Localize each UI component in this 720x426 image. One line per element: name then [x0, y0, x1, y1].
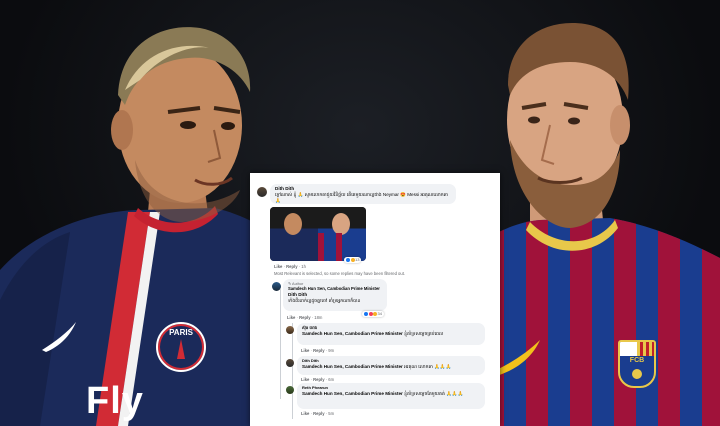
- filter-notice: Most Relevant is selected, so some repli…: [274, 271, 406, 276]
- reply-link[interactable]: Reply: [313, 377, 324, 382]
- reply-time: 6m: [328, 377, 335, 382]
- love-reaction-icon: [368, 311, 373, 316]
- post-time: 1h: [301, 264, 306, 269]
- thread-line: [292, 323, 293, 419]
- psg-crest-text: PARIS: [169, 328, 193, 337]
- reply-text: ខ្ញុំគាំទ្រសម្ដេចតែមួយគត់ 🙏🙏🙏: [404, 391, 464, 396]
- photo-collage: PARIS Fly FCB Dith Dith ក្ដៅណាស់ ខ្ញុំ 🙏…: [0, 0, 720, 426]
- reply-actions: Like · Reply · 5m: [301, 411, 335, 416]
- post-text: ក្ដៅណាស់ ខ្ញុំ 🙏 សូមលោកតាជួយវិនិច្ឆ័យ តើ…: [275, 192, 448, 203]
- reply-actions: Like · Reply · 18m: [287, 315, 323, 320]
- reply-text: អរគុណ លោកតា 🙏🙏🙏: [404, 364, 452, 369]
- football-icon: [632, 369, 642, 379]
- reply-link[interactable]: Reply: [299, 315, 310, 320]
- facebook-comments-screenshot: Dith Dith ក្ដៅណាស់ ខ្ញុំ 🙏 សូមលោកតាជួយវិ…: [250, 173, 500, 426]
- post-comment-bubble: Dith Dith ក្ដៅណាស់ ខ្ញុំ 🙏 សូមលោកតាជួយវិ…: [270, 184, 456, 204]
- reply-link[interactable]: Reply: [313, 348, 324, 353]
- reply-bubble: ស៊ុន ហេង Samdech Hun Sen, Cambodian Prim…: [297, 323, 485, 345]
- attached-photo[interactable]: [270, 207, 366, 261]
- like-link[interactable]: Like: [301, 348, 309, 353]
- avatar[interactable]: [272, 282, 281, 291]
- mention[interactable]: Samdech Hun Sen, Cambodian Prime Ministe…: [302, 391, 403, 396]
- like-link[interactable]: Like: [301, 411, 309, 416]
- like-reaction-icon: [364, 311, 368, 316]
- reaction-summary[interactable]: 34: [362, 311, 384, 317]
- mention[interactable]: Samdech Hun Sen, Cambodian Prime Ministe…: [302, 331, 403, 336]
- avatar[interactable]: [286, 326, 294, 334]
- thread-line: [280, 289, 281, 399]
- reply-actions: Like · Reply · 6m: [301, 377, 335, 382]
- reply-time: 18m: [314, 315, 323, 320]
- psg-crest-icon: PARIS: [156, 322, 206, 372]
- author-reply-bubble: ✎ Author Samdech Hun Sen, Cambodian Prim…: [283, 279, 387, 311]
- like-reaction-icon: [346, 257, 350, 262]
- reply-link[interactable]: Reply: [286, 264, 297, 269]
- post-actions: Like · Reply · 1h: [274, 264, 306, 269]
- avatar[interactable]: [257, 187, 267, 197]
- fcb-crest-icon: FCB: [618, 340, 656, 388]
- reply-actions: Like · Reply · 9m: [301, 348, 335, 353]
- like-link[interactable]: Like: [274, 264, 282, 269]
- reply-text: ខ្ញុំគាំទ្រសម្ដេចគ្រប់ពេល: [404, 331, 444, 336]
- reply-text: ទាំងពីរនាក់ល្អដូចគ្នាចៅ គាំទ្រអ្នកណាក៏បា…: [288, 297, 361, 303]
- reply-time: 5m: [328, 411, 335, 416]
- avatar[interactable]: [286, 386, 294, 394]
- eiffel-tower-icon: [177, 339, 185, 359]
- reply-time: 9m: [328, 348, 335, 353]
- mention[interactable]: Samdech Hun Sen, Cambodian Prime Ministe…: [302, 364, 403, 369]
- like-link[interactable]: Like: [287, 315, 295, 320]
- haha-reaction-icon: [373, 311, 377, 316]
- haha-reaction-icon: [350, 257, 355, 262]
- avatar[interactable]: [286, 359, 294, 367]
- reaction-summary[interactable]: 13: [344, 257, 362, 263]
- like-link[interactable]: Like: [301, 377, 309, 382]
- reaction-count: 13: [355, 257, 360, 262]
- sponsor-text: Fly: [86, 380, 144, 422]
- reply-link[interactable]: Reply: [313, 411, 324, 416]
- reply-bubble: Dith Dith Samdech Hun Sen, Cambodian Pri…: [297, 356, 485, 375]
- fcb-crest-letters: FCB: [629, 357, 645, 364]
- reaction-count: 34: [377, 311, 382, 316]
- reply-bubble: Reth Phearun Samdech Hun Sen, Cambodian …: [297, 383, 485, 409]
